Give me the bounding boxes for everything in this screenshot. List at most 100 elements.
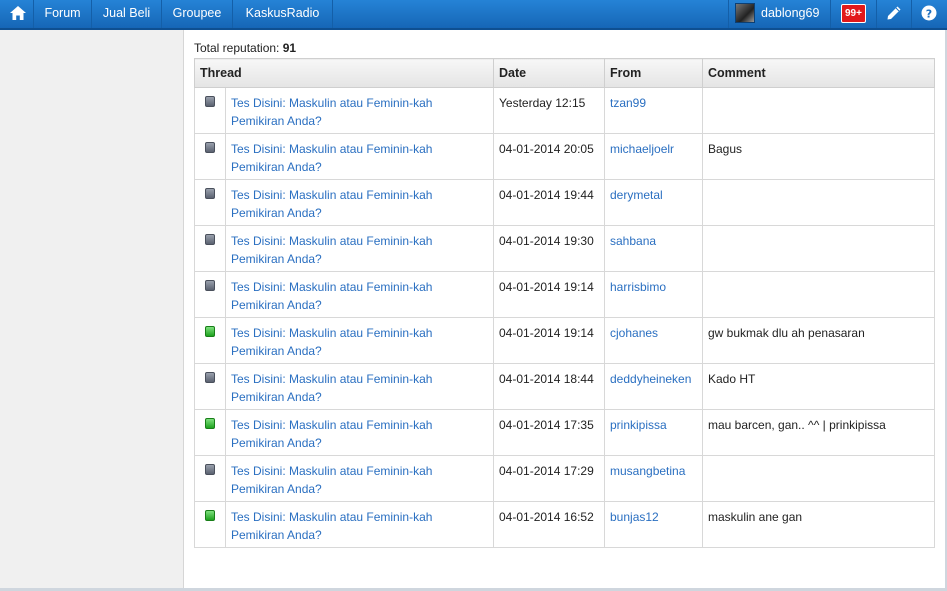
top-navigation-bar: Forum Jual Beli Groupee KaskusRadio dabl…	[0, 0, 947, 30]
user-link[interactable]: derymetal	[610, 188, 663, 202]
from-cell: derymetal	[604, 179, 703, 226]
user-link[interactable]: tzan99	[610, 96, 646, 110]
thread-link[interactable]: Tes Disini: Maskulin atau Feminin-kah Pe…	[231, 280, 432, 312]
green-reputation-icon	[205, 418, 215, 429]
reputation-table: Thread Date From Comment Tes Disini: Mas…	[194, 58, 935, 548]
from-cell: prinkipissa	[604, 409, 703, 456]
reputation-indicator-cell	[194, 271, 226, 318]
thread-link[interactable]: Tes Disini: Maskulin atau Feminin-kah Pe…	[231, 142, 432, 174]
gray-reputation-icon	[205, 142, 215, 153]
user-link[interactable]: cjohanes	[610, 326, 658, 340]
thread-cell: Tes Disini: Maskulin atau Feminin-kah Pe…	[225, 363, 494, 410]
reputation-indicator-cell	[194, 87, 226, 134]
table-row: Tes Disini: Maskulin atau Feminin-kah Pe…	[194, 501, 935, 548]
date-cell: 04-01-2014 19:44	[493, 179, 605, 226]
pencil-icon	[887, 6, 901, 20]
notification-badge: 99+	[841, 4, 866, 23]
reputation-indicator-cell	[194, 409, 226, 456]
comment-cell	[702, 87, 935, 134]
table-row: Tes Disini: Maskulin atau Feminin-kah Pe…	[194, 409, 935, 456]
user-link[interactable]: michaeljoelr	[610, 142, 674, 156]
gray-reputation-icon	[205, 280, 215, 291]
total-reputation: Total reputation: 91	[194, 41, 296, 55]
gray-reputation-icon	[205, 464, 215, 475]
header-thread: Thread	[194, 58, 494, 88]
header-from: From	[604, 58, 703, 88]
gray-reputation-icon	[205, 372, 215, 383]
date-cell: 04-01-2014 17:29	[493, 455, 605, 502]
from-cell: harrisbimo	[604, 271, 703, 318]
from-cell: sahbana	[604, 225, 703, 272]
nav-forum[interactable]: Forum	[34, 0, 92, 28]
green-reputation-icon	[205, 326, 215, 337]
date-cell: 04-01-2014 16:52	[493, 501, 605, 548]
total-reputation-value: 91	[282, 41, 297, 55]
user-link[interactable]: musangbetina	[610, 464, 685, 478]
thread-cell: Tes Disini: Maskulin atau Feminin-kah Pe…	[225, 409, 494, 456]
date-cell: 04-01-2014 18:44	[493, 363, 605, 410]
svg-text:?: ?	[926, 8, 932, 21]
date-cell: 04-01-2014 19:14	[493, 271, 605, 318]
comment-cell: mau barcen, gan.. ^^ | prinkipissa	[702, 409, 935, 456]
user-link[interactable]: sahbana	[610, 234, 656, 248]
table-row: Tes Disini: Maskulin atau Feminin-kah Pe…	[194, 455, 935, 502]
table-row: Tes Disini: Maskulin atau Feminin-kah Pe…	[194, 87, 935, 134]
total-reputation-label: Total reputation:	[194, 41, 280, 55]
create-thread-button[interactable]	[877, 0, 912, 28]
comment-cell: maskulin ane gan	[702, 501, 935, 548]
notifications-button[interactable]: 99+	[831, 0, 877, 28]
table-row: Tes Disini: Maskulin atau Feminin-kah Pe…	[194, 271, 935, 318]
thread-link[interactable]: Tes Disini: Maskulin atau Feminin-kah Pe…	[231, 418, 432, 450]
user-link[interactable]: deddyheineken	[610, 372, 691, 386]
gray-reputation-icon	[205, 234, 215, 245]
from-cell: musangbetina	[604, 455, 703, 502]
table-row: Tes Disini: Maskulin atau Feminin-kah Pe…	[194, 363, 935, 410]
thread-cell: Tes Disini: Maskulin atau Feminin-kah Pe…	[225, 225, 494, 272]
thread-link[interactable]: Tes Disini: Maskulin atau Feminin-kah Pe…	[231, 234, 432, 266]
table-row: Tes Disini: Maskulin atau Feminin-kah Pe…	[194, 179, 935, 226]
from-cell: cjohanes	[604, 317, 703, 364]
thread-cell: Tes Disini: Maskulin atau Feminin-kah Pe…	[225, 501, 494, 548]
reputation-indicator-cell	[194, 179, 226, 226]
help-button[interactable]: ?	[912, 0, 947, 28]
comment-cell: Kado HT	[702, 363, 935, 410]
date-cell: 04-01-2014 19:30	[493, 225, 605, 272]
thread-link[interactable]: Tes Disini: Maskulin atau Feminin-kah Pe…	[231, 96, 432, 128]
thread-cell: Tes Disini: Maskulin atau Feminin-kah Pe…	[225, 179, 494, 226]
user-menu[interactable]: dablong69	[728, 0, 831, 28]
left-sidebar	[0, 30, 184, 591]
comment-cell	[702, 271, 935, 318]
reputation-indicator-cell	[194, 363, 226, 410]
home-button[interactable]	[0, 0, 34, 28]
nav-kaskus-radio[interactable]: KaskusRadio	[233, 0, 333, 28]
comment-cell: gw bukmak dlu ah penasaran	[702, 317, 935, 364]
thread-cell: Tes Disini: Maskulin atau Feminin-kah Pe…	[225, 271, 494, 318]
nav-groupee[interactable]: Groupee	[162, 0, 233, 28]
thread-link[interactable]: Tes Disini: Maskulin atau Feminin-kah Pe…	[231, 326, 432, 358]
date-cell: 04-01-2014 17:35	[493, 409, 605, 456]
user-link[interactable]: bunjas12	[610, 510, 659, 524]
thread-link[interactable]: Tes Disini: Maskulin atau Feminin-kah Pe…	[231, 188, 432, 220]
header-date: Date	[493, 58, 605, 88]
reputation-indicator-cell	[194, 455, 226, 502]
thread-cell: Tes Disini: Maskulin atau Feminin-kah Pe…	[225, 317, 494, 364]
table-row: Tes Disini: Maskulin atau Feminin-kah Pe…	[194, 317, 935, 364]
thread-cell: Tes Disini: Maskulin atau Feminin-kah Pe…	[225, 133, 494, 180]
user-link[interactable]: harrisbimo	[610, 280, 666, 294]
question-icon: ?	[921, 5, 937, 21]
thread-link[interactable]: Tes Disini: Maskulin atau Feminin-kah Pe…	[231, 510, 432, 542]
reputation-indicator-cell	[194, 317, 226, 364]
from-cell: deddyheineken	[604, 363, 703, 410]
thread-cell: Tes Disini: Maskulin atau Feminin-kah Pe…	[225, 87, 494, 134]
nav-jual-beli[interactable]: Jual Beli	[92, 0, 162, 28]
avatar	[735, 3, 755, 23]
reputation-indicator-cell	[194, 225, 226, 272]
comment-cell	[702, 179, 935, 226]
thread-link[interactable]: Tes Disini: Maskulin atau Feminin-kah Pe…	[231, 372, 432, 404]
from-cell: michaeljoelr	[604, 133, 703, 180]
comment-cell	[702, 225, 935, 272]
thread-link[interactable]: Tes Disini: Maskulin atau Feminin-kah Pe…	[231, 464, 432, 496]
gray-reputation-icon	[205, 188, 215, 199]
comment-cell: Bagus	[702, 133, 935, 180]
user-link[interactable]: prinkipissa	[610, 418, 667, 432]
